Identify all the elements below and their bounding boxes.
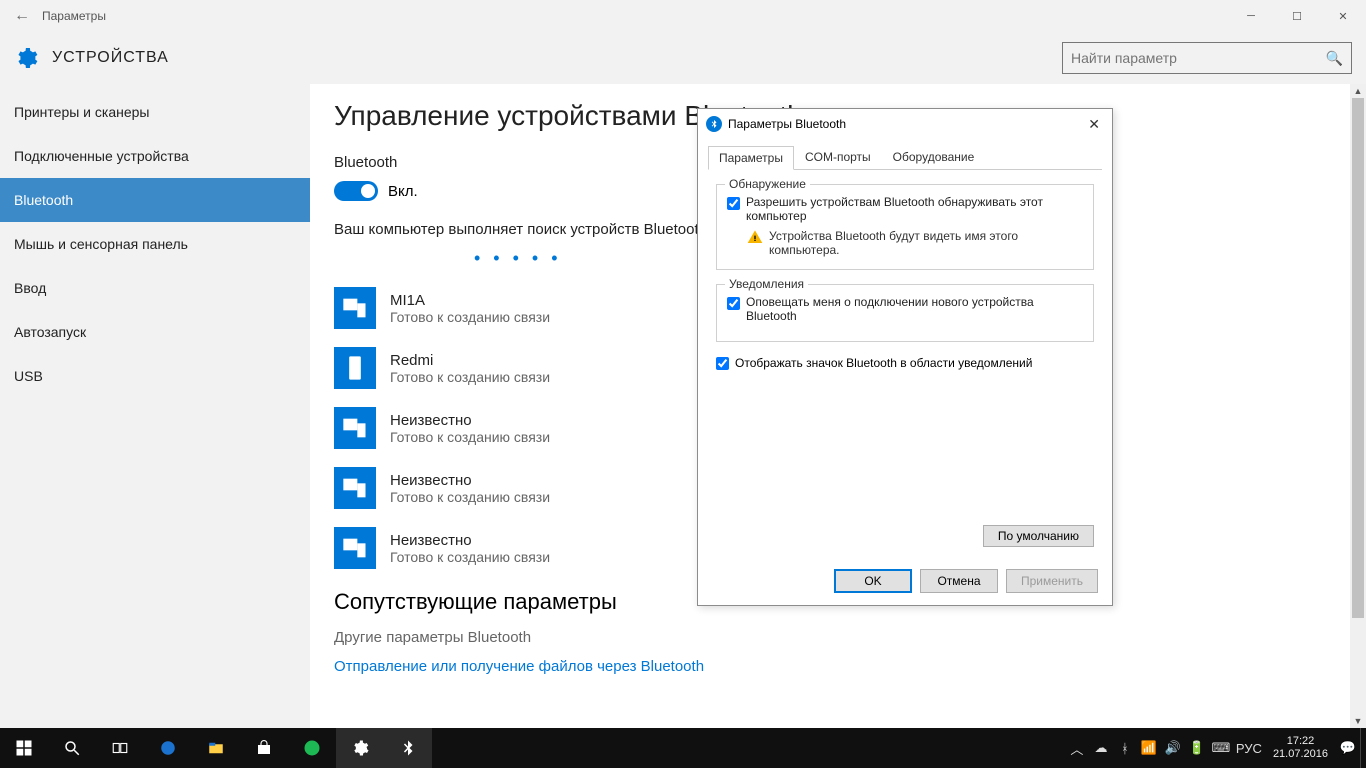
show-tray-icon-checkbox[interactable]: Отображать значок Bluetooth в области ув… [716,356,1094,370]
device-status: Готово к созданию связи [390,549,550,565]
related-link-send-receive[interactable]: Отправление или получение файлов через B… [334,658,1342,675]
taskbar-spotify-icon[interactable] [288,728,336,768]
device-status: Готово к созданию связи [390,429,550,445]
tray-language[interactable]: РУС [1233,741,1265,756]
vertical-scrollbar[interactable]: ▲ ▼ [1350,84,1366,728]
clock-time: 17:22 [1273,735,1328,748]
clock-date: 21.07.2016 [1273,748,1328,761]
toggle-switch[interactable] [334,181,378,201]
sidebar: Принтеры и сканерыПодключенные устройств… [0,84,310,728]
start-button[interactable] [0,728,48,768]
device-name: Неизвестно [390,412,550,429]
tray-bluetooth-icon[interactable]: ᚼ [1113,741,1137,756]
search-icon: 🔍 [1326,50,1343,67]
scroll-up-arrow[interactable]: ▲ [1350,84,1366,98]
device-status: Готово к созданию связи [390,489,550,505]
notifications-groupbox: Уведомления Оповещать меня о подключении… [716,284,1094,342]
tray-clock[interactable]: 17:22 21.07.2016 [1265,735,1336,761]
sidebar-item-1[interactable]: Подключенные устройства [0,134,310,178]
device-name: MI1A [390,292,550,309]
dialog-title: Параметры Bluetooth [728,117,846,131]
tray-keyboard-icon[interactable]: ⌨ [1209,740,1233,756]
bluetooth-icon [706,116,722,132]
sidebar-item-6[interactable]: USB [0,354,310,398]
device-icon [334,347,376,389]
settings-header: УСТРОЙСТВА 🔍 [0,32,1366,84]
notifications-group-label: Уведомления [725,277,808,291]
taskbar-explorer-icon[interactable] [192,728,240,768]
device-icon [334,287,376,329]
device-status: Готово к созданию связи [390,369,550,385]
allow-discovery-checkbox[interactable]: Разрешить устройствам Bluetooth обнаружи… [727,195,1083,223]
bluetooth-settings-dialog: Параметры Bluetooth ✕ ПараметрыCOM-порты… [697,108,1113,606]
discovery-groupbox: Обнаружение Разрешить устройствам Blueto… [716,184,1094,270]
device-icon [334,467,376,509]
notify-new-device-input[interactable] [727,297,740,310]
scroll-thumb[interactable] [1352,98,1364,618]
minimize-button[interactable]: ─ [1228,0,1274,32]
gear-icon [14,46,38,70]
device-name: Неизвестно [390,472,550,489]
tray-onedrive-icon[interactable]: ☁ [1089,740,1113,756]
dialog-close-button[interactable]: ✕ [1084,116,1104,133]
sidebar-item-5[interactable]: Автозапуск [0,310,310,354]
sidebar-item-0[interactable]: Принтеры и сканеры [0,90,310,134]
dialog-tabs: ПараметрыCOM-портыОборудование [708,145,1102,170]
device-name: Redmi [390,352,550,369]
dialog-tab-1[interactable]: COM-порты [794,145,882,169]
discovery-warning: Устройства Bluetooth будут видеть имя эт… [747,229,1083,257]
related-link-more-settings[interactable]: Другие параметры Bluetooth [334,629,1342,646]
sidebar-item-4[interactable]: Ввод [0,266,310,310]
search-box[interactable]: 🔍 [1062,42,1352,74]
warning-icon [747,229,763,245]
show-tray-icon-label: Отображать значок Bluetooth в области ув… [735,356,1032,370]
taskbar-search-icon[interactable] [48,728,96,768]
device-name: Неизвестно [390,532,550,549]
notify-new-device-checkbox[interactable]: Оповещать меня о подключении нового устр… [727,295,1083,323]
taskbar-settings-icon[interactable] [336,728,384,768]
taskbar-edge-icon[interactable] [144,728,192,768]
taskbar: ︿ ☁ ᚼ 📶 🔊 🔋 ⌨ РУС 17:22 21.07.2016 💬 [0,728,1366,768]
ok-button[interactable]: OK [834,569,912,593]
taskbar-store-icon[interactable] [240,728,288,768]
system-tray: ︿ ☁ ᚼ 📶 🔊 🔋 ⌨ РУС 17:22 21.07.2016 💬 [1065,728,1366,768]
tray-chevron-icon[interactable]: ︿ [1065,739,1089,758]
window-title: Параметры [42,9,106,23]
allow-discovery-input[interactable] [727,197,740,210]
device-status: Готово к созданию связи [390,309,550,325]
back-button[interactable]: ← [8,7,36,25]
sidebar-item-3[interactable]: Мышь и сенсорная панель [0,222,310,266]
show-tray-icon-input[interactable] [716,357,729,370]
maximize-button[interactable]: ☐ [1274,0,1320,32]
dialog-titlebar[interactable]: Параметры Bluetooth ✕ [698,109,1112,139]
tray-network-icon[interactable]: 📶 [1137,740,1161,756]
warning-text: Устройства Bluetooth будут видеть имя эт… [769,229,1083,257]
search-input[interactable] [1071,50,1326,66]
window-titlebar: ← Параметры ─ ☐ ✕ [0,0,1366,32]
page-title: УСТРОЙСТВА [52,49,169,67]
dialog-tab-0[interactable]: Параметры [708,146,794,170]
discovery-group-label: Обнаружение [725,177,810,191]
close-button[interactable]: ✕ [1320,0,1366,32]
device-icon [334,527,376,569]
device-icon [334,407,376,449]
bluetooth-toggle[interactable]: Вкл. [334,181,418,201]
tray-notifications-icon[interactable]: 💬 [1336,740,1360,756]
tray-volume-icon[interactable]: 🔊 [1161,740,1185,756]
scroll-down-arrow[interactable]: ▼ [1350,714,1366,728]
show-desktop-button[interactable] [1360,728,1366,768]
task-view-icon[interactable] [96,728,144,768]
apply-button[interactable]: Применить [1006,569,1098,593]
sidebar-item-2[interactable]: Bluetooth [0,178,310,222]
tray-battery-icon[interactable]: 🔋 [1185,740,1209,756]
cancel-button[interactable]: Отмена [920,569,998,593]
restore-defaults-button[interactable]: По умолчанию [983,525,1094,547]
toggle-state-label: Вкл. [388,183,418,200]
allow-discovery-label: Разрешить устройствам Bluetooth обнаружи… [746,195,1083,223]
notify-new-device-label: Оповещать меня о подключении нового устр… [746,295,1083,323]
dialog-tab-2[interactable]: Оборудование [882,145,986,169]
taskbar-bluetooth-icon[interactable] [384,728,432,768]
